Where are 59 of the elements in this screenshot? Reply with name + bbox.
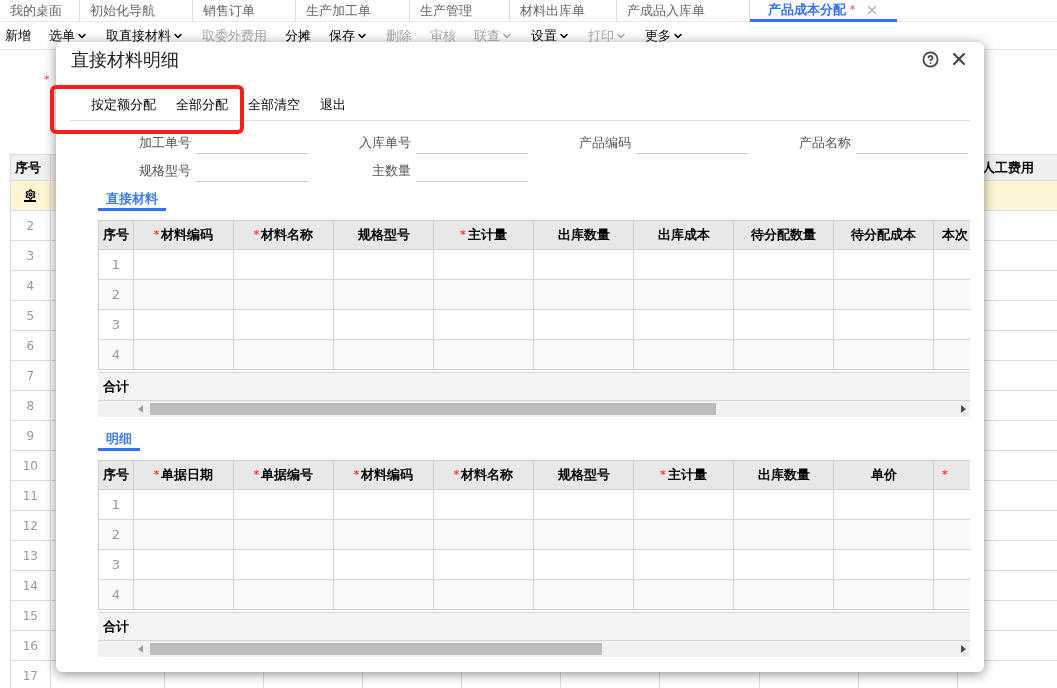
- total-row: 合计: [98, 612, 970, 641]
- field-label: 产品编码: [578, 133, 631, 152]
- row-number: 5: [26, 307, 35, 325]
- scroll-left-icon[interactable]: [138, 645, 143, 653]
- field-label: 主数量: [371, 161, 411, 180]
- field-label: 规格型号: [138, 161, 191, 180]
- app-tab[interactable]: 销售订单: [193, 0, 296, 22]
- toolbar-button[interactable]: 新增: [5, 25, 31, 46]
- row-number: 9: [26, 427, 35, 445]
- action-button[interactable]: 按定额分配: [91, 95, 156, 115]
- gear-icon[interactable]: [24, 189, 37, 202]
- dialog-title: 直接材料明细: [71, 47, 179, 72]
- row-number: 15: [22, 607, 38, 625]
- field-label: 入库单号: [358, 133, 411, 152]
- app-tab[interactable]: 生产加工单: [296, 0, 410, 22]
- toolbar-button[interactable]: 选单: [49, 25, 88, 46]
- row-number: 12: [22, 517, 38, 535]
- required-marker: *: [44, 73, 50, 86]
- total-row: 合计: [98, 372, 970, 401]
- scroll-thumb[interactable]: [150, 403, 716, 415]
- toolbar-button[interactable]: 取直接材料: [106, 25, 184, 46]
- toolbar-button[interactable]: 设置: [531, 25, 570, 46]
- scrollbar[interactable]: [98, 401, 970, 417]
- field-label: 加工单号: [138, 133, 191, 152]
- row-number: 11: [22, 487, 38, 505]
- row-number: 10: [22, 457, 38, 475]
- help-icon[interactable]: [922, 50, 939, 68]
- app-tab[interactable]: 产品成本分配 *: [750, 0, 897, 22]
- action-button[interactable]: 全部分配: [176, 95, 228, 115]
- row-number: 2: [26, 217, 35, 235]
- required-marker: *: [849, 2, 856, 18]
- app-tab[interactable]: 材料出库单: [510, 0, 617, 22]
- section-tab[interactable]: 明细: [98, 429, 140, 451]
- row-number: 13: [22, 547, 38, 565]
- app-tab[interactable]: 初始化导航: [80, 0, 193, 22]
- toolbar-button[interactable]: 分摊: [285, 25, 311, 46]
- app-tab[interactable]: 生产管理: [410, 0, 510, 22]
- scroll-right-icon[interactable]: [961, 645, 966, 653]
- row-number: 4: [99, 580, 134, 610]
- row-number: 16: [22, 637, 38, 655]
- scroll-right-icon[interactable]: [961, 405, 966, 413]
- row-number: 4: [26, 277, 35, 295]
- row-number: 17: [22, 667, 38, 685]
- row-number: 14: [22, 577, 38, 595]
- row-number: 4: [99, 340, 134, 370]
- row-number: 8: [26, 397, 35, 415]
- action-button[interactable]: 全部清空: [248, 95, 300, 115]
- row-number: 6: [26, 337, 35, 355]
- app-tab[interactable]: 我的桌面: [0, 0, 80, 22]
- scroll-left-icon[interactable]: [138, 405, 143, 413]
- toolbar-button[interactable]: 更多: [645, 25, 684, 46]
- section-tab[interactable]: 直接材料: [98, 189, 166, 211]
- row-number: 3: [26, 247, 35, 265]
- toolbar-button[interactable]: 保存: [329, 25, 368, 46]
- scrollbar[interactable]: [98, 641, 970, 657]
- action-button[interactable]: 退出: [320, 95, 346, 115]
- field-label: 产品名称: [798, 133, 851, 152]
- scroll-thumb[interactable]: [150, 643, 602, 655]
- row-number: 7: [26, 367, 35, 385]
